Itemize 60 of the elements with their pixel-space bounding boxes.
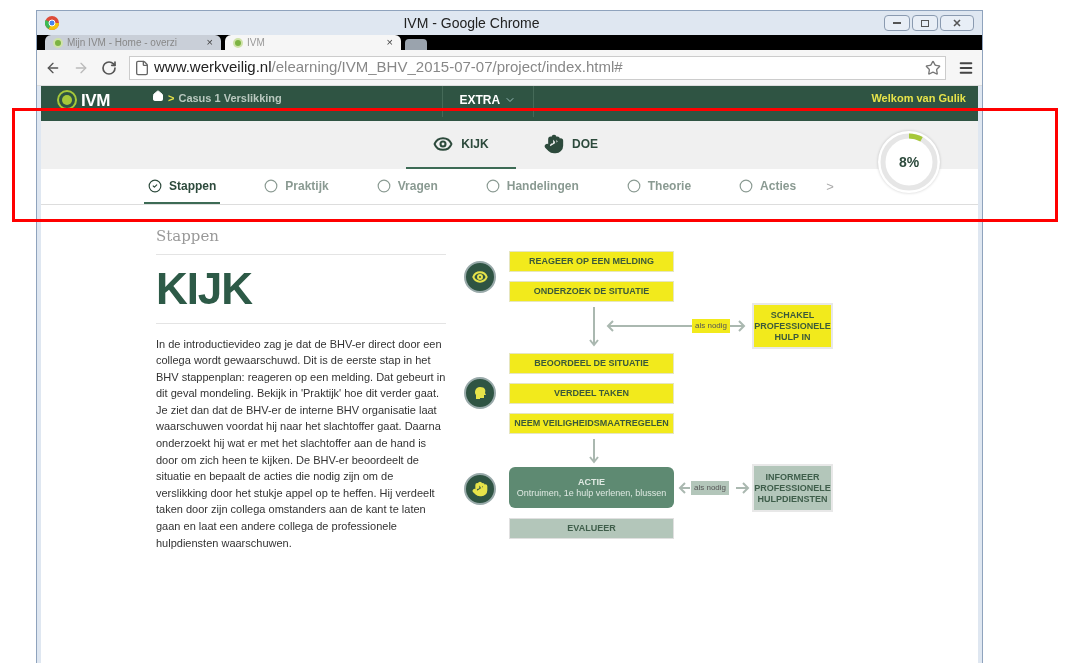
page-heading: KIJK [156, 254, 446, 324]
progress-percent: 8% [898, 152, 920, 172]
down-arrow [589, 439, 599, 464]
site-favicon [53, 37, 63, 48]
site-favicon [233, 37, 243, 48]
hand-icon [544, 134, 564, 154]
mode-tab[interactable]: DOE [516, 121, 626, 169]
check-circle-icon [148, 178, 162, 193]
connector-label: als nodig [692, 319, 731, 333]
minimize-button[interactable] [884, 15, 910, 31]
breadcrumb-separator: > [168, 91, 175, 106]
eye-badge-icon [464, 261, 496, 293]
browser-logo-icon [45, 16, 59, 30]
home-icon[interactable] [152, 90, 164, 102]
flow-step: NEEM VEILIGHEIDSMAATREGELEN [509, 413, 674, 434]
extra-menu-button[interactable]: EXTRA [459, 91, 517, 109]
flow-step: BEOORDEEL DE SITUATIE [509, 353, 674, 374]
tab-close-icon[interactable]: × [386, 35, 393, 50]
page-icon [134, 59, 150, 76]
radio-circle-icon [485, 178, 500, 193]
close-icon [953, 19, 961, 27]
flow-step: ACTIE Ontruimen, 1e hulp verlenen, blussen [509, 467, 674, 508]
hand-badge-icon [464, 473, 496, 505]
logo-icon [57, 90, 77, 110]
eye-icon [433, 134, 454, 154]
welcome-text: Welkom van Gulik [871, 91, 966, 106]
down-arrow [589, 307, 599, 347]
menu-icon[interactable] [958, 59, 974, 76]
connector-label: als nodig [691, 481, 730, 495]
close-button[interactable] [940, 15, 974, 31]
step-tab[interactable]: Stappen [144, 169, 221, 204]
bookmark-star-icon[interactable] [925, 59, 941, 76]
breadcrumb-link[interactable]: Casus 1 Verslikking [178, 90, 282, 107]
browser-tab[interactable]: IVM × [225, 35, 401, 50]
flow-step: VERDEEL TAKEN [509, 383, 674, 404]
head-badge-icon [464, 377, 496, 409]
window-title: IVM - Google Chrome [402, 13, 541, 33]
new-tab-button[interactable] [405, 39, 427, 50]
tab-title: Mijn IVM - Home - overzi [67, 36, 178, 50]
flow-step: ONDERZOEK DE SITUATIE [509, 281, 674, 302]
maximize-button[interactable] [912, 15, 938, 31]
body-text: In de introductievideo zag je dat de BHV-er direct door een collega wordt gewaarschuwd. Dit is de eerste stap in het BHV stappenplan: reageren op een melding. Dat gebeurt in dit geval mondeling. Bekijk in 'Praktijk' hoe dit verder gaat. Je ziet dan dat de BHV-er de interne BHV organisatie laat waarschuwen voordat hij naar het slachtoffer gaat. Daarna onderzoekt hij wat er met het slachtoffer aan de hand is door om zich heen te kijken. De BHV-er beoordeelt de situatie en bepaalt de acties die nodig zijn om de verslikking door het stukje appel op te heffen. Hij verdeelt taken door zijn collega omstanders aan de kant te laten gaan en laat een andere collega de professionele hulpdiensten waarschuwen. [156, 336, 446, 551]
radio-circle-icon [264, 178, 279, 193]
reload-icon[interactable] [101, 59, 117, 76]
site-logo[interactable]: IVM [81, 91, 110, 109]
url-text: www.werkveilig.nl/elearning/IVM_BHV_2015-07-07/project/index.html# [154, 57, 623, 78]
flow-step: REAGEER OP EEN MELDING [509, 251, 674, 272]
flow-step: INFORMEER PROFESSIONELE HULPDIENSTEN [752, 464, 833, 512]
section-title: Stappen [156, 225, 446, 255]
address-field[interactable]: www.werkveilig.nl/elearning/IVM_BHV_2015-07-07/project/index.html# [129, 55, 946, 80]
flow-step: SCHAKEL PROFESSIONELE HULP IN [752, 303, 833, 349]
mode-tab[interactable]: KIJK [406, 121, 516, 169]
double-arrow [678, 482, 750, 494]
radio-circle-icon [376, 178, 391, 193]
radio-circle-icon [739, 178, 754, 193]
tab-close-icon[interactable]: × [206, 35, 213, 50]
tab-title: IVM [247, 36, 266, 50]
flow-step: EVALUEER [509, 518, 674, 539]
browser-tab[interactable]: Mijn IVM - Home - overzi × [45, 35, 221, 50]
radio-circle-icon [626, 178, 641, 193]
